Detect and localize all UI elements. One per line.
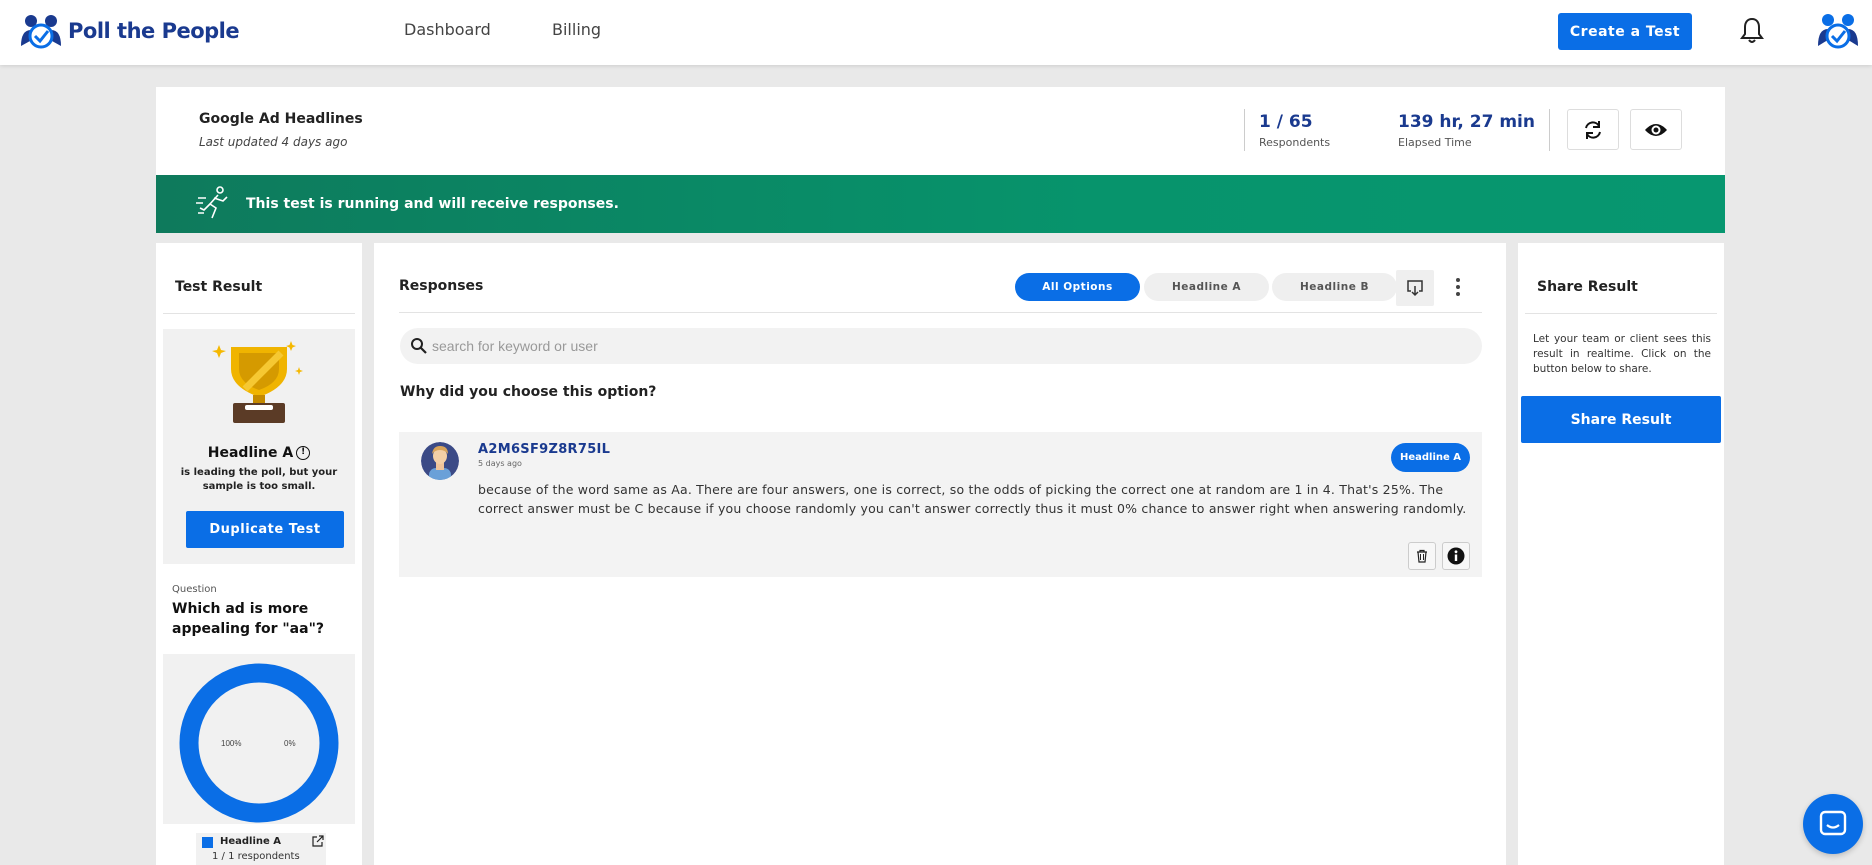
delete-response-button[interactable] xyxy=(1408,542,1436,570)
brand-name: Poll the People xyxy=(68,19,240,43)
nav-dashboard[interactable]: Dashboard xyxy=(404,20,491,39)
share-panel: Share Result Let your team or client see… xyxy=(1518,243,1724,865)
user-avatar-icon[interactable] xyxy=(1816,10,1860,50)
status-banner: This test is running and will receive re… xyxy=(156,175,1725,233)
duplicate-test-button[interactable]: Duplicate Test xyxy=(186,511,344,548)
donut-label-a: 100% xyxy=(221,739,241,748)
info-icon[interactable]: ! xyxy=(296,446,311,460)
logo-icon xyxy=(21,15,61,49)
response-time: 5 days ago xyxy=(478,459,522,468)
respondent-id[interactable]: A2M6SF9Z8R75IL xyxy=(478,442,610,457)
question-label: Question xyxy=(172,584,217,595)
panel-title: Share Result xyxy=(1537,279,1638,295)
test-header-card: Google Ad Headlines Last updated 4 days … xyxy=(156,87,1725,175)
info-filled-icon xyxy=(1447,547,1465,565)
create-test-button[interactable]: Create a Test xyxy=(1558,13,1692,50)
nav-billing[interactable]: Billing xyxy=(552,20,601,39)
logo[interactable]: Poll the People xyxy=(20,12,240,50)
panel-title: Test Result xyxy=(175,279,263,295)
chat-launcher[interactable] xyxy=(1803,794,1863,854)
response-question: Why did you choose this option? xyxy=(400,384,657,400)
results-chart: 100% 0% xyxy=(163,654,355,824)
top-navbar: Poll the People Dashboard Billing Create… xyxy=(0,0,1872,65)
refresh-button[interactable] xyxy=(1567,109,1619,150)
respondent-avatar xyxy=(421,442,459,480)
runner-icon xyxy=(196,186,228,219)
banner-text: This test is running and will receive re… xyxy=(246,196,619,212)
divider xyxy=(399,312,1482,313)
response-card: A2M6SF9Z8R75IL 5 days ago Headline A bec… xyxy=(399,432,1482,577)
more-vertical-icon[interactable] xyxy=(1452,275,1464,299)
trophy-icon xyxy=(212,341,303,423)
external-link-icon[interactable] xyxy=(312,835,324,847)
responses-panel: Responses All Options Headline A Headlin… xyxy=(374,243,1506,865)
preview-button[interactable] xyxy=(1630,109,1682,150)
share-result-button[interactable]: Share Result xyxy=(1521,396,1721,443)
question-text: Which ad is more appealing for "aa"? xyxy=(172,601,324,637)
response-option-badge: Headline A xyxy=(1391,443,1470,472)
legend-swatch xyxy=(202,837,213,848)
last-updated: Last updated 4 days ago xyxy=(199,135,348,149)
chat-icon xyxy=(1819,810,1847,836)
filter-headline-a[interactable]: Headline A xyxy=(1144,273,1269,301)
legend-name: Headline A xyxy=(220,836,282,847)
divider xyxy=(1549,109,1550,151)
filter-headline-b[interactable]: Headline B xyxy=(1272,273,1397,301)
eye-icon xyxy=(1645,123,1667,136)
bell-icon[interactable] xyxy=(1740,16,1764,44)
legend-item: Headline A 1 / 1 respondents xyxy=(196,833,326,865)
search-bar[interactable] xyxy=(400,328,1482,364)
download-button[interactable] xyxy=(1396,270,1434,306)
winner-subtext: is leading the poll, but your sample is … xyxy=(180,467,338,492)
donut-slice-headline-a xyxy=(179,663,339,823)
winner-label: Headline A xyxy=(207,445,294,461)
download-icon xyxy=(1407,280,1423,297)
test-title: Google Ad Headlines xyxy=(199,111,363,127)
search-icon xyxy=(411,338,427,354)
winner-box: Headline A! is leading the poll, but you… xyxy=(163,329,355,564)
filter-all-options[interactable]: All Options xyxy=(1015,273,1140,301)
elapsed-value: 139 hr, 27 min xyxy=(1398,112,1535,132)
donut-label-b: 0% xyxy=(284,739,296,748)
donut-chart: 100% 0% xyxy=(179,663,339,823)
share-description: Let your team or client sees this result… xyxy=(1533,333,1711,375)
response-text: because of the word same as Aa. There ar… xyxy=(478,482,1467,516)
panel-title: Responses xyxy=(399,278,484,294)
respondents-value: 1 / 65 xyxy=(1259,112,1313,132)
divider xyxy=(1525,313,1717,314)
elapsed-label: Elapsed Time xyxy=(1398,136,1472,149)
refresh-icon xyxy=(1585,120,1601,139)
test-result-panel: Test Result Headline A! is leading the p… xyxy=(156,243,362,865)
search-input[interactable] xyxy=(432,328,1472,364)
trash-icon xyxy=(1417,549,1427,563)
response-info-button[interactable] xyxy=(1442,542,1470,570)
divider xyxy=(1244,109,1245,151)
divider xyxy=(163,313,355,314)
winner-name: Headline A! xyxy=(163,445,355,461)
respondents-label: Respondents xyxy=(1259,136,1331,149)
legend-count: 1 / 1 respondents xyxy=(212,851,300,862)
